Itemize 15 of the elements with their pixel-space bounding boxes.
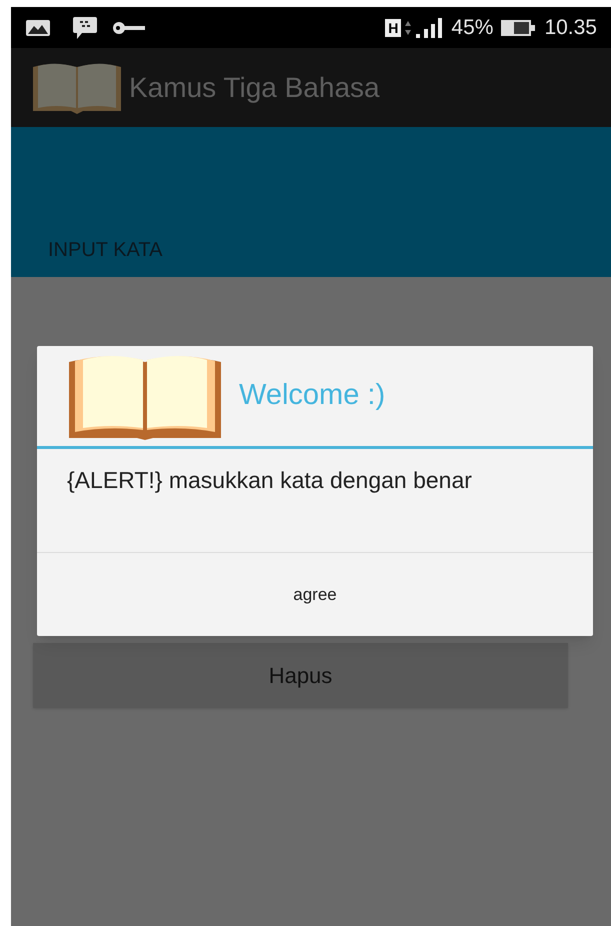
chat-icon xyxy=(72,16,98,40)
section-heading: INPUT KATA xyxy=(48,238,162,263)
picture-icon xyxy=(25,18,51,36)
data-arrows-icon xyxy=(404,18,412,36)
dialog-title: Welcome :) xyxy=(239,378,386,414)
network-type-icon: H xyxy=(385,18,402,36)
app-title: Kamus Tiga Bahasa xyxy=(129,70,380,105)
clock: 10.35 xyxy=(544,14,597,41)
agree-button[interactable]: agree xyxy=(37,552,593,636)
dialog-message: {ALERT!} masukkan kata dengan benar xyxy=(66,466,473,495)
key-icon xyxy=(112,20,146,34)
signal-icon xyxy=(415,16,444,38)
battery-icon xyxy=(500,18,536,38)
book-icon xyxy=(31,60,123,114)
battery-percent: 45% xyxy=(451,14,494,41)
